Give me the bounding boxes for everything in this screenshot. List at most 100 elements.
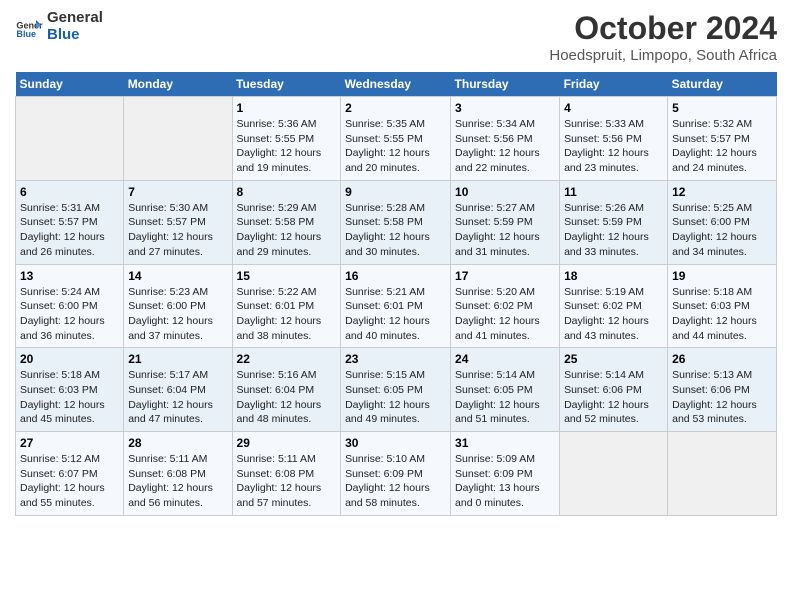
calendar-cell xyxy=(668,432,777,516)
day-info: Sunrise: 5:13 AMSunset: 6:06 PMDaylight:… xyxy=(672,368,772,427)
calendar-cell: 30 Sunrise: 5:10 AMSunset: 6:09 PMDayligh… xyxy=(341,432,451,516)
day-number: 11 xyxy=(564,185,663,199)
day-number: 10 xyxy=(455,185,555,199)
day-number: 24 xyxy=(455,352,555,366)
calendar-cell: 3 Sunrise: 5:34 AMSunset: 5:56 PMDaylight… xyxy=(451,97,560,181)
calendar-cell: 14 Sunrise: 5:23 AMSunset: 6:00 PMDayligh… xyxy=(124,264,232,348)
day-number: 6 xyxy=(20,185,119,199)
day-info: Sunrise: 5:27 AMSunset: 5:59 PMDaylight:… xyxy=(455,201,555,260)
day-info: Sunrise: 5:26 AMSunset: 5:59 PMDaylight:… xyxy=(564,201,663,260)
day-info: Sunrise: 5:25 AMSunset: 6:00 PMDaylight:… xyxy=(672,201,772,260)
calendar-header-row: SundayMondayTuesdayWednesdayThursdayFrid… xyxy=(16,72,777,97)
logo-text-general: General xyxy=(47,10,103,27)
day-info: Sunrise: 5:33 AMSunset: 5:56 PMDaylight:… xyxy=(564,117,663,176)
header-thursday: Thursday xyxy=(451,72,560,97)
day-info: Sunrise: 5:22 AMSunset: 6:01 PMDaylight:… xyxy=(237,285,337,344)
calendar-cell: 24 Sunrise: 5:14 AMSunset: 6:05 PMDayligh… xyxy=(451,348,560,432)
day-info: Sunrise: 5:18 AMSunset: 6:03 PMDaylight:… xyxy=(672,285,772,344)
day-info: Sunrise: 5:34 AMSunset: 5:56 PMDaylight:… xyxy=(455,117,555,176)
calendar-cell: 31Sunrise: 5:09 AMSunset: 6:09 PMDayligh… xyxy=(451,432,560,516)
calendar-cell: 2Sunrise: 5:35 AMSunset: 5:55 PMDaylight… xyxy=(341,97,451,181)
day-info: Sunrise: 5:23 AMSunset: 6:00 PMDaylight:… xyxy=(128,285,227,344)
day-number: 12 xyxy=(672,185,772,199)
day-info: Sunrise: 5:15 AMSunset: 6:05 PMDaylight:… xyxy=(345,368,446,427)
day-number: 29 xyxy=(237,436,337,450)
day-number: 23 xyxy=(345,352,446,366)
logo-text-blue: Blue xyxy=(47,27,103,44)
calendar-cell: 11 Sunrise: 5:26 AMSunset: 5:59 PMDayligh… xyxy=(560,180,668,264)
calendar-cell: 9 Sunrise: 5:28 AMSunset: 5:58 PMDaylight… xyxy=(341,180,451,264)
logo: General Blue General Blue xyxy=(15,10,103,43)
logo-icon: General Blue xyxy=(15,13,43,41)
day-number: 28 xyxy=(128,436,227,450)
calendar-cell: 25 Sunrise: 5:14 AMSunset: 6:06 PMDayligh… xyxy=(560,348,668,432)
header-friday: Friday xyxy=(560,72,668,97)
day-info: Sunrise: 5:30 AMSunset: 5:57 PMDaylight:… xyxy=(128,201,227,260)
calendar-week-3: 13Sunrise: 5:24 AMSunset: 6:00 PMDayligh… xyxy=(16,264,777,348)
header-saturday: Saturday xyxy=(668,72,777,97)
day-number: 31 xyxy=(455,436,555,450)
calendar-cell: 28Sunrise: 5:11 AMSunset: 6:08 PMDayligh… xyxy=(124,432,232,516)
calendar-cell: 10 Sunrise: 5:27 AMSunset: 5:59 PMDayligh… xyxy=(451,180,560,264)
day-number: 30 xyxy=(345,436,446,450)
day-info: Sunrise: 5:17 AMSunset: 6:04 PMDaylight:… xyxy=(128,368,227,427)
day-number: 1 xyxy=(237,101,337,115)
day-number: 22 xyxy=(237,352,337,366)
calendar-week-2: 6 Sunrise: 5:31 AMSunset: 5:57 PMDaylight… xyxy=(16,180,777,264)
calendar-week-5: 27Sunrise: 5:12 AMSunset: 6:07 PMDayligh… xyxy=(16,432,777,516)
calendar-cell: 26 Sunrise: 5:13 AMSunset: 6:06 PMDayligh… xyxy=(668,348,777,432)
day-info: Sunrise: 5:28 AMSunset: 5:58 PMDaylight:… xyxy=(345,201,446,260)
calendar-cell: 6 Sunrise: 5:31 AMSunset: 5:57 PMDaylight… xyxy=(16,180,124,264)
calendar-cell: 15 Sunrise: 5:22 AMSunset: 6:01 PMDayligh… xyxy=(232,264,341,348)
day-info: Sunrise: 5:14 AMSunset: 6:05 PMDaylight:… xyxy=(455,368,555,427)
day-info: Sunrise: 5:20 AMSunset: 6:02 PMDaylight:… xyxy=(455,285,555,344)
day-info: Sunrise: 5:12 AMSunset: 6:07 PMDaylight:… xyxy=(20,452,119,511)
day-number: 25 xyxy=(564,352,663,366)
day-number: 16 xyxy=(345,269,446,283)
header-wednesday: Wednesday xyxy=(341,72,451,97)
day-info: Sunrise: 5:11 AMSunset: 6:08 PMDaylight:… xyxy=(237,452,337,511)
calendar-week-4: 20Sunrise: 5:18 AMSunset: 6:03 PMDayligh… xyxy=(16,348,777,432)
calendar-cell: 18 Sunrise: 5:19 AMSunset: 6:02 PMDayligh… xyxy=(560,264,668,348)
day-number: 2 xyxy=(345,101,446,115)
calendar-cell: 20Sunrise: 5:18 AMSunset: 6:03 PMDayligh… xyxy=(16,348,124,432)
page-header: General Blue General Blue October 2024 H… xyxy=(15,10,777,64)
calendar-title: October 2024 xyxy=(549,10,777,47)
day-number: 13 xyxy=(20,269,119,283)
day-info: Sunrise: 5:19 AMSunset: 6:02 PMDaylight:… xyxy=(564,285,663,344)
header-tuesday: Tuesday xyxy=(232,72,341,97)
calendar-cell xyxy=(124,97,232,181)
calendar-cell: 16 Sunrise: 5:21 AMSunset: 6:01 PMDayligh… xyxy=(341,264,451,348)
calendar-cell: 19 Sunrise: 5:18 AMSunset: 6:03 PMDayligh… xyxy=(668,264,777,348)
header-sunday: Sunday xyxy=(16,72,124,97)
day-info: Sunrise: 5:36 AMSunset: 5:55 PMDaylight:… xyxy=(237,117,337,176)
day-info: Sunrise: 5:31 AMSunset: 5:57 PMDaylight:… xyxy=(20,201,119,260)
calendar-cell xyxy=(560,432,668,516)
calendar-cell xyxy=(16,97,124,181)
calendar-cell: 7 Sunrise: 5:30 AMSunset: 5:57 PMDaylight… xyxy=(124,180,232,264)
day-number: 14 xyxy=(128,269,227,283)
day-info: Sunrise: 5:21 AMSunset: 6:01 PMDaylight:… xyxy=(345,285,446,344)
day-info: Sunrise: 5:14 AMSunset: 6:06 PMDaylight:… xyxy=(564,368,663,427)
day-number: 15 xyxy=(237,269,337,283)
day-number: 3 xyxy=(455,101,555,115)
calendar-cell: 1 Sunrise: 5:36 AMSunset: 5:55 PMDaylight… xyxy=(232,97,341,181)
title-block: October 2024 Hoedspruit, Limpopo, South … xyxy=(549,10,777,64)
day-number: 7 xyxy=(128,185,227,199)
day-info: Sunrise: 5:29 AMSunset: 5:58 PMDaylight:… xyxy=(237,201,337,260)
day-number: 18 xyxy=(564,269,663,283)
calendar-cell: 22 Sunrise: 5:16 AMSunset: 6:04 PMDayligh… xyxy=(232,348,341,432)
day-info: Sunrise: 5:18 AMSunset: 6:03 PMDaylight:… xyxy=(20,368,119,427)
day-number: 26 xyxy=(672,352,772,366)
day-info: Sunrise: 5:16 AMSunset: 6:04 PMDaylight:… xyxy=(237,368,337,427)
day-info: Sunrise: 5:10 AMSunset: 6:09 PMDaylight:… xyxy=(345,452,446,511)
day-info: Sunrise: 5:32 AMSunset: 5:57 PMDaylight:… xyxy=(672,117,772,176)
calendar-cell: 13Sunrise: 5:24 AMSunset: 6:00 PMDayligh… xyxy=(16,264,124,348)
calendar-cell: 21Sunrise: 5:17 AMSunset: 6:04 PMDayligh… xyxy=(124,348,232,432)
day-number: 19 xyxy=(672,269,772,283)
calendar-cell: 4Sunrise: 5:33 AMSunset: 5:56 PMDaylight… xyxy=(560,97,668,181)
calendar-cell: 8Sunrise: 5:29 AMSunset: 5:58 PMDaylight… xyxy=(232,180,341,264)
calendar-cell: 29 Sunrise: 5:11 AMSunset: 6:08 PMDayligh… xyxy=(232,432,341,516)
day-number: 9 xyxy=(345,185,446,199)
calendar-week-1: 1 Sunrise: 5:36 AMSunset: 5:55 PMDaylight… xyxy=(16,97,777,181)
